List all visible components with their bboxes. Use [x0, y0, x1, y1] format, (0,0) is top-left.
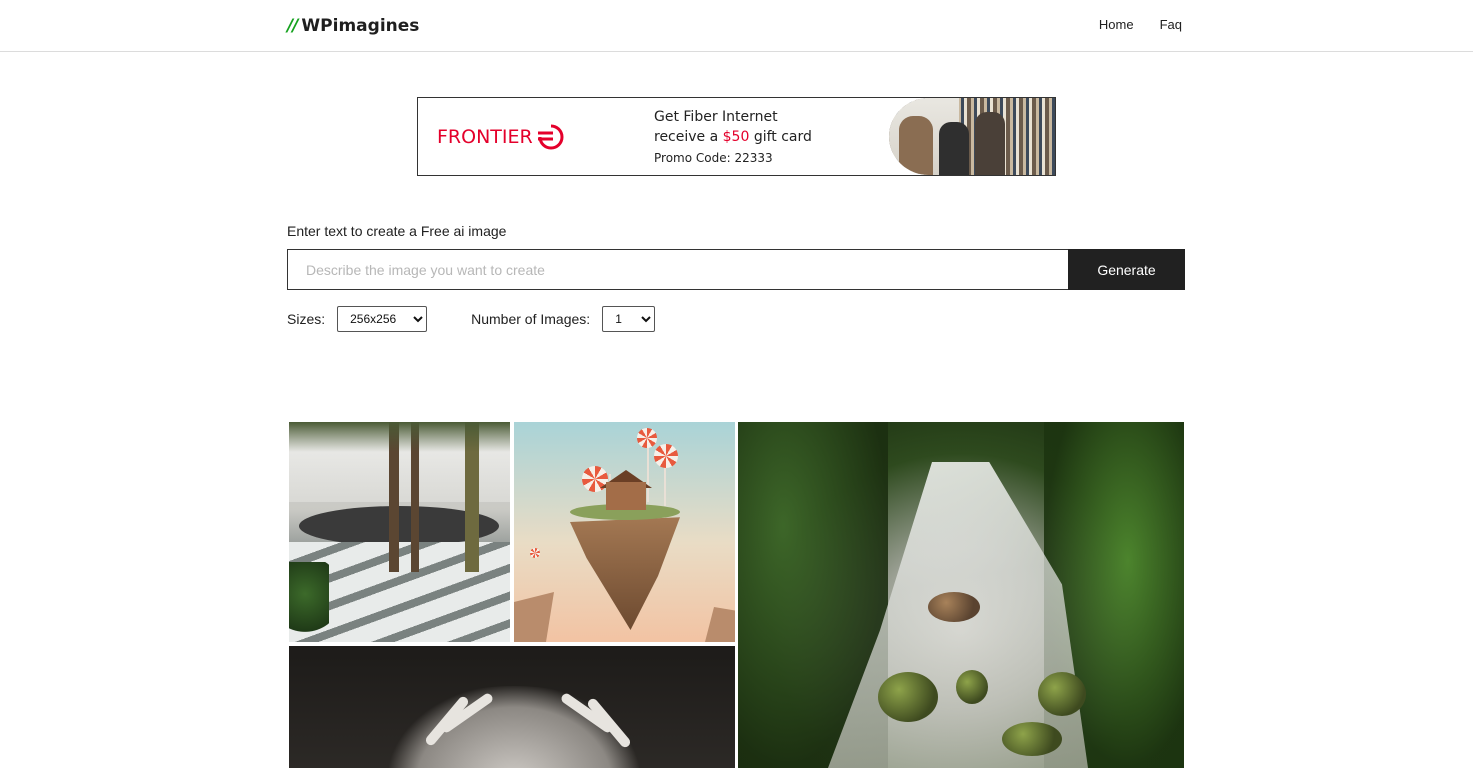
sizes-label: Sizes: — [287, 311, 326, 327]
ad-offer-prefix: receive a — [654, 129, 723, 145]
top-navbar: // WPimagines Home Faq — [0, 0, 1473, 52]
ad-offer: receive a $50 gift card — [654, 127, 812, 148]
gallery-image-hands[interactable] — [289, 646, 735, 768]
frontier-logo-icon — [537, 124, 564, 150]
ad-copy: Get Fiber Internet receive a $50 gift ca… — [654, 107, 812, 168]
site-logo[interactable]: // WPimagines — [287, 14, 419, 38]
nav-home-link[interactable]: Home — [1099, 17, 1134, 32]
image-count-select[interactable]: 1 — [602, 306, 656, 332]
image-count-label: Number of Images: — [471, 311, 591, 327]
ad-promo-code: Promo Code: 22333 — [654, 151, 773, 165]
prompt-label: Enter text to create a Free ai image — [287, 223, 507, 239]
frontier-logo-text: FRONTIER — [437, 126, 533, 148]
ad-photo — [889, 98, 1055, 175]
prompt-bar: Generate — [287, 249, 1185, 290]
gallery-image-courtyard[interactable] — [289, 422, 510, 642]
generate-button[interactable]: Generate — [1068, 249, 1185, 290]
frontier-logo: FRONTIER — [437, 122, 566, 152]
prompt-input[interactable] — [287, 249, 1068, 290]
gallery-image-floating-island[interactable] — [514, 422, 735, 642]
nav-faq-link[interactable]: Faq — [1160, 17, 1182, 32]
logo-slashes-icon: // — [287, 16, 298, 36]
gallery-image-stream[interactable] — [738, 422, 1184, 768]
image-options: Sizes: 256x256 Number of Images: 1 — [287, 306, 656, 332]
main-nav: Home Faq — [1099, 17, 1182, 32]
size-select[interactable]: 256x256 — [337, 306, 428, 332]
ad-offer-price: $50 — [722, 129, 750, 145]
site-name: WPimagines — [301, 16, 420, 36]
ad-headline: Get Fiber Internet — [654, 109, 778, 125]
frontier-ad-banner[interactable]: FRONTIER Get Fiber Internet receive a $5… — [417, 97, 1056, 176]
ad-offer-suffix: gift card — [749, 129, 812, 145]
